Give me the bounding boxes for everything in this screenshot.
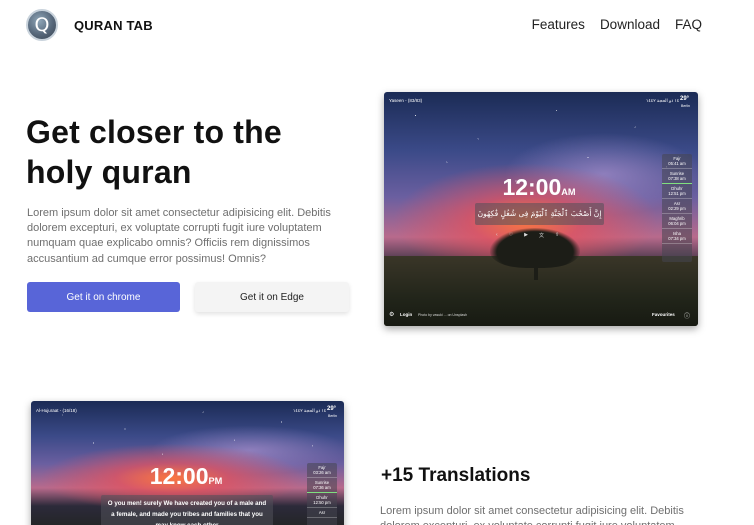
nav-link-download[interactable]: Download (600, 17, 660, 32)
prayer-row: Fajr 03:26 am (307, 463, 337, 478)
verse-text: O you men! surely We have created you of… (107, 500, 267, 525)
settings-gear-icon[interactable]: ⚙ (389, 311, 394, 318)
prayer-row: Asr 02:29 pm (662, 199, 692, 214)
feature-description: Lorem ipsum dolor sit amet consectetur a… (380, 505, 684, 525)
weather-city: Berlin (328, 414, 337, 418)
feature-title: +15 Translations (381, 465, 531, 486)
heart-icon[interactable]: ♡ (509, 232, 513, 239)
nav-links: Features Download FAQ (532, 17, 702, 32)
logo-letter: Q (34, 13, 50, 36)
top-nav: Q QURAN TAB Features Download FAQ (0, 0, 754, 52)
share-icon[interactable]: ⇪ (555, 232, 559, 239)
info-icon[interactable]: ⓘ (684, 311, 690, 320)
photo-credit: Photo by vasuki ... on Unsplash (418, 313, 468, 317)
get-chrome-button[interactable]: Get it on chrome (27, 282, 180, 312)
screenshot-preview-main: Yaseen - (83/83) ١٤ ذو الحجة ١٤٤٢ 29° Be… (384, 92, 698, 326)
logo[interactable]: Q (26, 9, 58, 41)
weather-temp: 29° (680, 96, 690, 102)
clock-ampm: AM (561, 187, 576, 197)
clock: 12:00PM (141, 463, 231, 490)
hijri-date: ١٤ ذو الحجة ١٤٤٢ (646, 98, 680, 103)
clock-time: 12:00 (502, 174, 562, 200)
prayer-row: Sunrise 07:36 am (307, 478, 337, 493)
prayer-row: Sunrise 07:38 am (662, 169, 692, 184)
tree-trunk (534, 260, 538, 280)
verse-controls: ‹ ♡ ▶ 文 ⇪ (496, 232, 559, 239)
clock-time: 12:00 (149, 463, 209, 489)
screenshot-preview-translation: Al-Hujuraat - (16/18) ١٤ ذو الحجة ١٤٤٢ 2… (31, 401, 344, 525)
nav-link-faq[interactable]: FAQ (675, 17, 702, 32)
clock-ampm: PM (208, 476, 223, 486)
hero-title: Get closer to the holy quran (26, 114, 282, 190)
prayer-times-panel: Fajr 03:26 am Sunrise 07:36 am Dhuhr 12:50 … (307, 463, 337, 525)
prayer-row: Fajr 05:41 am (662, 154, 692, 169)
prayer-row: Dhuhr 12:51 pm (662, 184, 692, 199)
hero-description: Lorem ipsum dolor sit amet consectetur a… (27, 207, 331, 265)
play-icon[interactable]: ▶ (524, 232, 528, 239)
weather-temp: 29° (327, 406, 337, 412)
prayer-times-panel: Fajr 05:41 am Sunrise 07:38 am Dhuhr 12:51 … (662, 154, 692, 262)
verse-text: إِنَّ أَصْحَٰبَ ٱلْجَنَّةِ ٱلْيَوْمَ فِى… (477, 209, 602, 218)
brand-name[interactable]: QURAN TAB (74, 18, 153, 33)
prayer-row: Dhuhr 12:50 pm (307, 493, 337, 508)
get-edge-button[interactable]: Get it on Edge (195, 282, 349, 312)
favourites-link[interactable]: Favourites (652, 312, 675, 317)
hijri-date: ١٤ ذو الحجة ١٤٤٢ (293, 408, 327, 413)
prayer-row: Maghrib 06:04 pm (662, 214, 692, 229)
login-link[interactable]: Login (400, 312, 412, 317)
verse-box: O you men! surely We have created you of… (101, 495, 273, 525)
prayer-row: Asr (307, 508, 337, 518)
translate-icon[interactable]: 文 (539, 232, 544, 239)
verse-box: إِنَّ أَصْحَٰبَ ٱلْجَنَّةِ ٱلْيَوْمَ فِى… (475, 203, 604, 225)
nav-link-features[interactable]: Features (532, 17, 585, 32)
weather-city: Berlin (681, 104, 690, 108)
prev-icon[interactable]: ‹ (496, 232, 498, 239)
surah-label: Al-Hujuraat - (16/18) (36, 408, 77, 413)
surah-label: Yaseen - (83/83) (389, 98, 423, 103)
clock: 12:00AM (494, 174, 584, 201)
prayer-row: Isha 07:34 pm (662, 229, 692, 244)
